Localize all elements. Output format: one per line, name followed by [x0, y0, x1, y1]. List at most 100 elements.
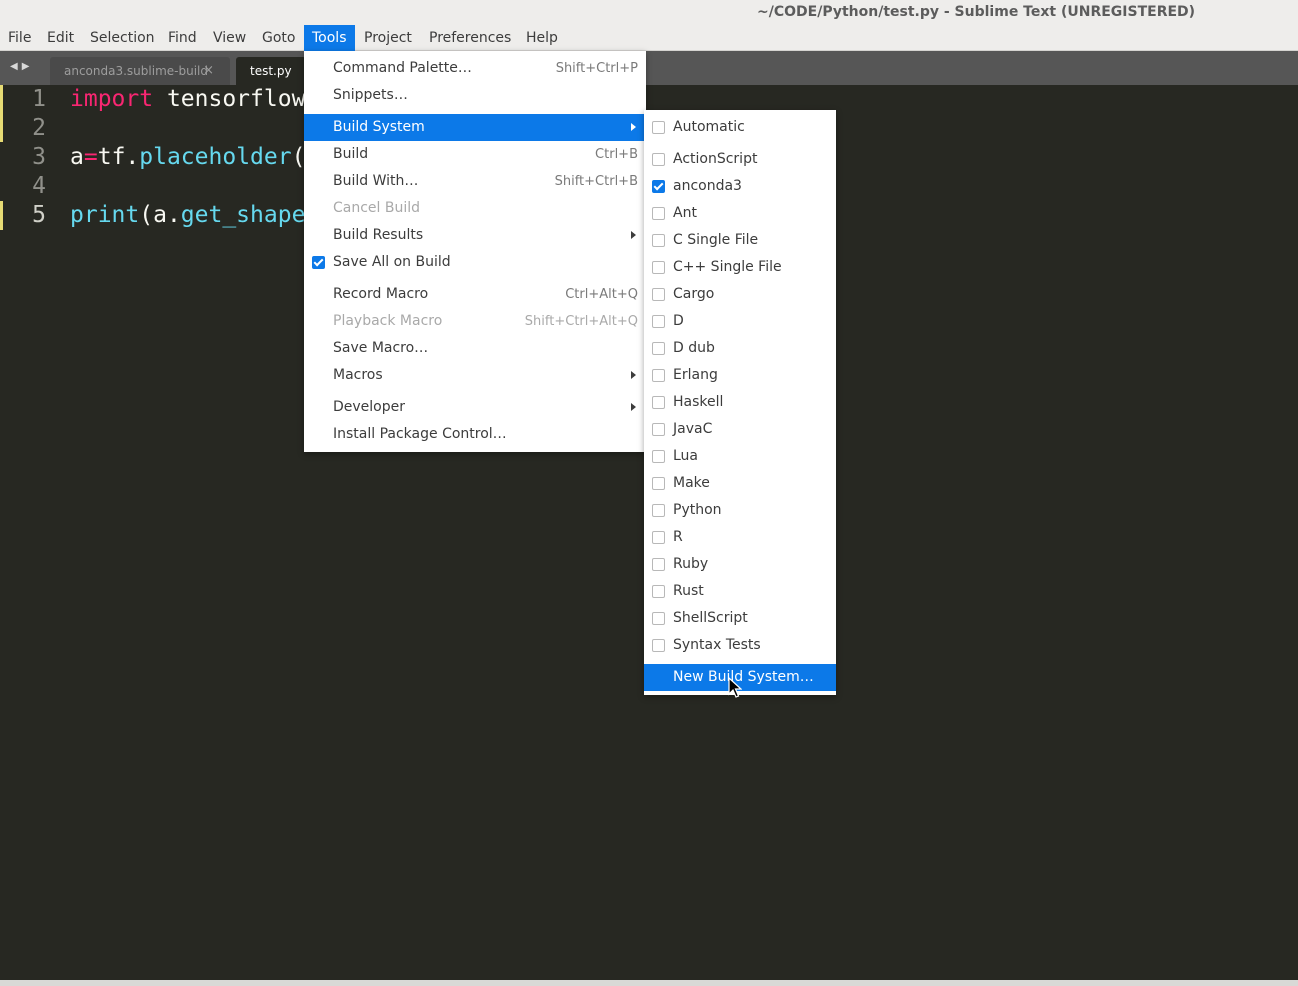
menu-item-build-system[interactable]: Build System	[304, 114, 646, 141]
checkbox-icon	[652, 423, 665, 436]
code-text: tensorflow	[153, 86, 306, 112]
menu-item-command-palette[interactable]: Command Palette… Shift+Ctrl+P	[304, 55, 646, 82]
menu-item-label: Syntax Tests	[673, 637, 761, 653]
menu-item-install-package-control[interactable]: Install Package Control…	[304, 421, 646, 448]
menu-edit[interactable]: Edit	[39, 25, 82, 51]
forward-arrow-icon[interactable]: ▶	[22, 61, 34, 72]
close-icon[interactable]: ×	[203, 57, 214, 85]
build-system-item-actionscript[interactable]: ActionScript	[644, 146, 836, 173]
build-system-item-rust[interactable]: Rust	[644, 578, 836, 605]
menu-item-label: New Build System…	[673, 669, 814, 685]
menu-item-label: Developer	[333, 399, 406, 415]
build-system-item-lua[interactable]: Lua	[644, 443, 836, 470]
build-system-item-cpp-single-file[interactable]: C++ Single File	[644, 254, 836, 281]
menu-item-label: Install Package Control…	[333, 426, 507, 442]
menu-item-snippets[interactable]: Snippets…	[304, 82, 646, 109]
menu-item-macros[interactable]: Macros	[304, 362, 646, 389]
build-system-item-anconda3[interactable]: anconda3	[644, 173, 836, 200]
menu-item-build[interactable]: Build Ctrl+B	[304, 141, 646, 168]
build-system-item-cargo[interactable]: Cargo	[644, 281, 836, 308]
menu-item-shortcut: Shift+Ctrl+B	[554, 174, 638, 189]
menu-item-label: Playback Macro	[333, 313, 443, 329]
build-system-item-d-dub[interactable]: D dub	[644, 335, 836, 362]
build-system-item-haskell[interactable]: Haskell	[644, 389, 836, 416]
code-line: import tensorflow	[70, 86, 305, 112]
checkbox-icon	[652, 342, 665, 355]
menu-item-record-macro[interactable]: Record Macro Ctrl+Alt+Q	[304, 281, 646, 308]
line-number: 2	[32, 115, 46, 141]
menu-item-label: JavaC	[673, 421, 713, 437]
tab-label: test.py	[250, 64, 292, 78]
build-system-item-shellscript[interactable]: ShellScript	[644, 605, 836, 632]
menu-selection[interactable]: Selection	[82, 25, 163, 51]
build-system-item-syntax-tests[interactable]: Syntax Tests	[644, 632, 836, 659]
build-system-item-javac[interactable]: JavaC	[644, 416, 836, 443]
checkbox-icon	[652, 450, 665, 463]
tab-anconda3-sublime-build[interactable]: anconda3.sublime-build ×	[50, 57, 230, 85]
line-number: 4	[32, 173, 46, 199]
menu-item-label: D	[673, 313, 684, 329]
menu-preferences[interactable]: Preferences	[421, 25, 519, 51]
tools-menu: Command Palette… Shift+Ctrl+P Snippets… B…	[304, 51, 646, 452]
tab-test-py[interactable]: test.py	[236, 57, 306, 85]
back-arrow-icon[interactable]: ◀	[10, 61, 22, 72]
menu-item-shortcut: Ctrl+B	[595, 147, 638, 162]
build-system-item-erlang[interactable]: Erlang	[644, 362, 836, 389]
build-system-item-c-single-file[interactable]: C Single File	[644, 227, 836, 254]
modified-line-marker	[0, 85, 3, 142]
build-system-item-ant[interactable]: Ant	[644, 200, 836, 227]
code-text: a	[70, 144, 84, 170]
code-line: print(a.get_shape	[70, 202, 305, 228]
menu-view[interactable]: View	[205, 25, 254, 51]
menu-item-developer[interactable]: Developer	[304, 394, 646, 421]
modified-line-marker	[0, 201, 3, 230]
window-title: ~/CODE/Python/test.py - Sublime Text (UN…	[757, 4, 1196, 20]
menu-item-save-all-on-build[interactable]: Save All on Build	[304, 249, 646, 276]
menu-project[interactable]: Project	[356, 25, 420, 51]
line-number: 5	[32, 202, 46, 228]
menu-file[interactable]: File	[0, 25, 39, 51]
build-system-submenu: Automatic ActionScript anconda3 Ant C Si…	[644, 110, 836, 695]
menu-tools[interactable]: Tools	[304, 25, 355, 51]
menu-item-label: Haskell	[673, 394, 724, 410]
menu-help[interactable]: Help	[518, 25, 566, 51]
menu-find[interactable]: Find	[160, 25, 205, 51]
code-function: get_shape	[180, 202, 306, 228]
menu-item-shortcut: Shift+Ctrl+P	[555, 61, 638, 76]
menu-item-label: anconda3	[673, 178, 742, 194]
checkbox-icon	[652, 315, 665, 328]
menu-item-label: ShellScript	[673, 610, 748, 626]
menu-goto[interactable]: Goto	[254, 25, 303, 51]
line-number: 1	[32, 86, 46, 112]
submenu-arrow-icon	[631, 403, 636, 411]
menu-item-save-macro[interactable]: Save Macro…	[304, 335, 646, 362]
checkbox-icon	[652, 585, 665, 598]
build-system-item-python[interactable]: Python	[644, 497, 836, 524]
checkbox-icon	[652, 207, 665, 220]
menu-item-shortcut: Shift+Ctrl+Alt+Q	[524, 314, 638, 329]
code-text: tf.	[97, 144, 140, 170]
menu-item-label: Command Palette…	[333, 60, 472, 76]
title-bar: ~/CODE/Python/test.py - Sublime Text (UN…	[0, 0, 1298, 25]
checkbox-icon	[652, 288, 665, 301]
tab-label: anconda3.sublime-build	[64, 64, 208, 78]
submenu-arrow-icon	[631, 371, 636, 379]
build-system-item-ruby[interactable]: Ruby	[644, 551, 836, 578]
menu-item-label: Record Macro	[333, 286, 429, 302]
menu-item-shortcut: Ctrl+Alt+Q	[565, 287, 638, 302]
tab-nav-arrows[interactable]: ◀▶	[10, 61, 33, 72]
menu-item-label: Macros	[333, 367, 383, 383]
build-system-item-automatic[interactable]: Automatic	[644, 114, 836, 141]
menu-item-label: Build System	[333, 119, 425, 135]
menu-item-label: C Single File	[673, 232, 759, 248]
code-operator: =	[83, 144, 98, 170]
build-system-item-make[interactable]: Make	[644, 470, 836, 497]
checkbox-icon	[652, 477, 665, 490]
checkmark-icon	[652, 180, 665, 193]
menu-item-build-results[interactable]: Build Results	[304, 222, 646, 249]
build-system-item-d[interactable]: D	[644, 308, 836, 335]
build-system-item-r[interactable]: R	[644, 524, 836, 551]
menu-item-build-with[interactable]: Build With… Shift+Ctrl+B	[304, 168, 646, 195]
checkbox-icon	[652, 612, 665, 625]
menu-item-label: ActionScript	[673, 151, 758, 167]
